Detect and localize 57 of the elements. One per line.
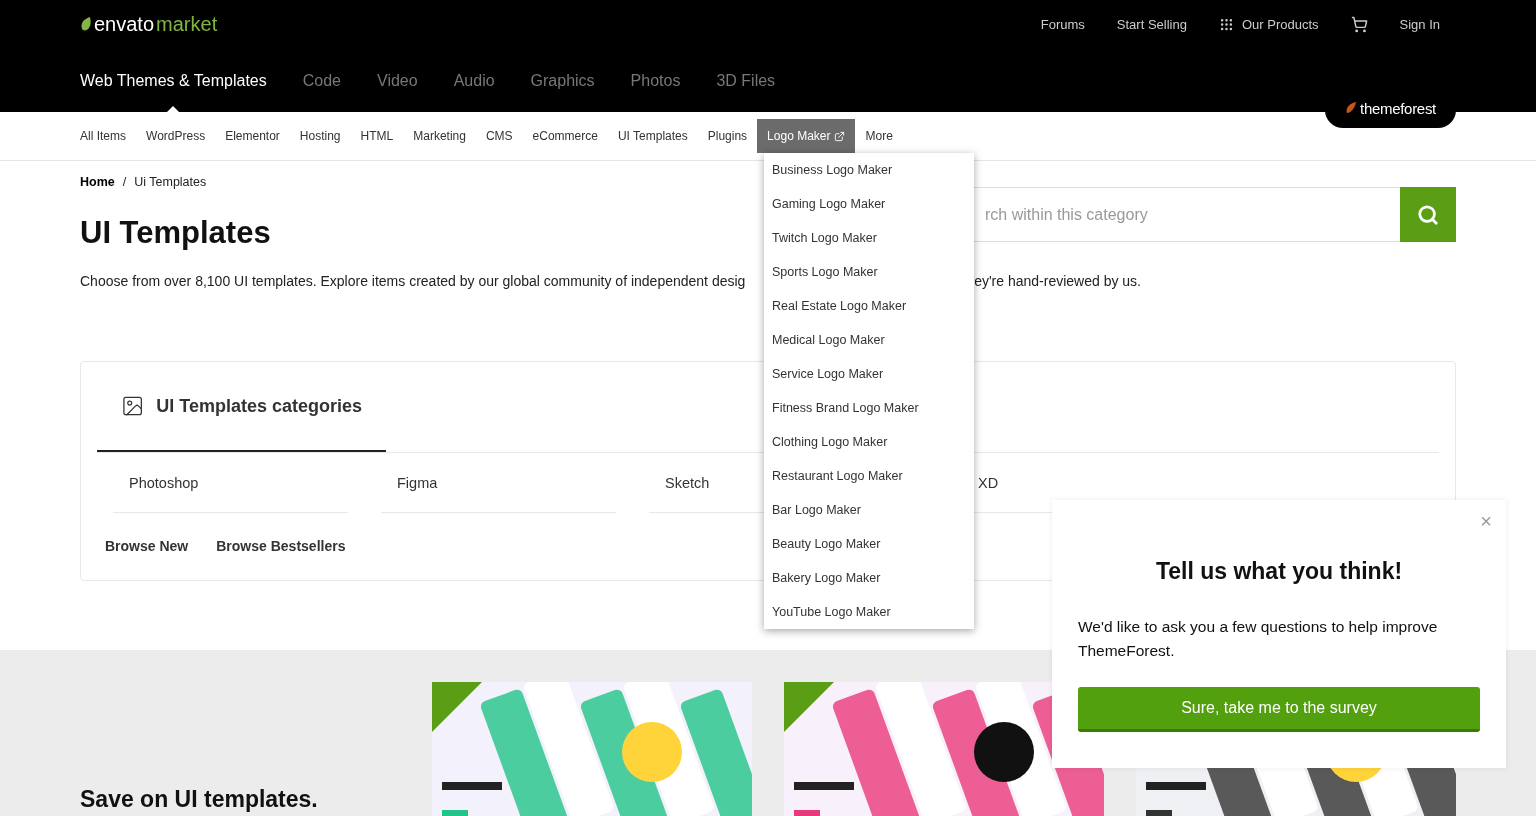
nav-item[interactable]: More bbox=[855, 119, 903, 153]
market-tab[interactable]: Photos bbox=[630, 72, 681, 112]
menu-item[interactable]: Beauty Logo Maker bbox=[764, 527, 974, 561]
menu-item[interactable]: Medical Logo Maker bbox=[764, 323, 974, 357]
market-tab[interactable]: Video bbox=[377, 72, 418, 112]
menu-item[interactable]: Service Logo Maker bbox=[764, 357, 974, 391]
menu-item[interactable]: Business Logo Maker bbox=[764, 153, 974, 187]
search-button[interactable] bbox=[1400, 187, 1456, 242]
category-tab[interactable]: UI Templates categories bbox=[97, 362, 386, 452]
menu-item[interactable]: YouTube Logo Maker bbox=[764, 595, 974, 629]
cart-icon[interactable] bbox=[1350, 15, 1368, 33]
market-tab[interactable]: Graphics bbox=[530, 72, 595, 112]
market-tab[interactable]: Web Themes & Templates bbox=[80, 72, 267, 112]
grid-icon bbox=[1218, 16, 1234, 32]
menu-item[interactable]: Bar Logo Maker bbox=[764, 493, 974, 527]
nav-item[interactable]: All Items bbox=[80, 119, 136, 153]
menu-item[interactable]: Restaurant Logo Maker bbox=[764, 459, 974, 493]
survey-text: We'd like to ask you a few questions to help improve ThemeForest. bbox=[1078, 617, 1439, 661]
market-tab[interactable]: 3D Files bbox=[716, 72, 776, 112]
nav-item[interactable]: Logo Maker bbox=[757, 119, 856, 153]
browse-link[interactable]: Browse New bbox=[105, 538, 189, 554]
nav-item[interactable]: Hosting bbox=[289, 119, 351, 153]
menu-item[interactable]: Bakery Logo Maker bbox=[764, 561, 974, 595]
market-tab[interactable]: Code bbox=[302, 72, 341, 112]
nav-item[interactable]: Elementor bbox=[215, 119, 290, 153]
category-link[interactable]: Figma bbox=[381, 453, 616, 513]
page-title: UI Templates bbox=[80, 215, 271, 251]
breadcrumb-separator: / bbox=[122, 175, 127, 189]
browse-link[interactable]: Browse Bestsellers bbox=[216, 538, 346, 554]
category-link[interactable]: Photoshop bbox=[113, 453, 348, 513]
category-link[interactable]: Sketch bbox=[649, 453, 764, 513]
menu-item[interactable]: Clothing Logo Maker bbox=[764, 425, 974, 459]
breadcrumb-link[interactable]: Home bbox=[80, 175, 115, 189]
menu-item[interactable]: Real Estate Logo Maker bbox=[764, 289, 974, 323]
top-link[interactable]: Forums bbox=[1040, 16, 1085, 32]
menu-item[interactable]: Fitness Brand Logo Maker bbox=[764, 391, 974, 425]
nav-item[interactable]: UI Templates bbox=[607, 119, 698, 153]
logo-product: market bbox=[156, 12, 218, 36]
nav-item[interactable]: Plugins bbox=[697, 119, 758, 153]
top-link[interactable]: Our Products bbox=[1218, 16, 1319, 32]
nav-item[interactable]: Marketing bbox=[403, 119, 476, 153]
description-text: Choose from over 8,100 UI templates. Explore items created by our global community of independent desig bbox=[80, 273, 746, 289]
promo-heading: Save on UI templates. bbox=[80, 786, 319, 814]
breadcrumb-current: Ui Templates bbox=[134, 175, 207, 189]
nav-item[interactable]: eCommerce bbox=[522, 119, 608, 153]
search-icon bbox=[1417, 203, 1439, 226]
nav-item[interactable]: HTML bbox=[350, 119, 404, 153]
menu-item[interactable]: Sports Logo Maker bbox=[764, 255, 974, 289]
logo-brand: envato bbox=[94, 12, 155, 36]
leaf-icon bbox=[80, 17, 92, 31]
nav-item[interactable]: WordPress bbox=[136, 119, 216, 153]
market-tab[interactable]: Audio bbox=[453, 72, 495, 112]
top-link[interactable]: Start Selling bbox=[1116, 16, 1187, 32]
description-text: ey're hand-reviewed by us. bbox=[974, 273, 1141, 289]
survey-title: Tell us what you think! bbox=[1154, 558, 1404, 585]
nav-item[interactable]: CMS bbox=[475, 119, 523, 153]
sign-in-link[interactable]: Sign In bbox=[1399, 16, 1440, 32]
